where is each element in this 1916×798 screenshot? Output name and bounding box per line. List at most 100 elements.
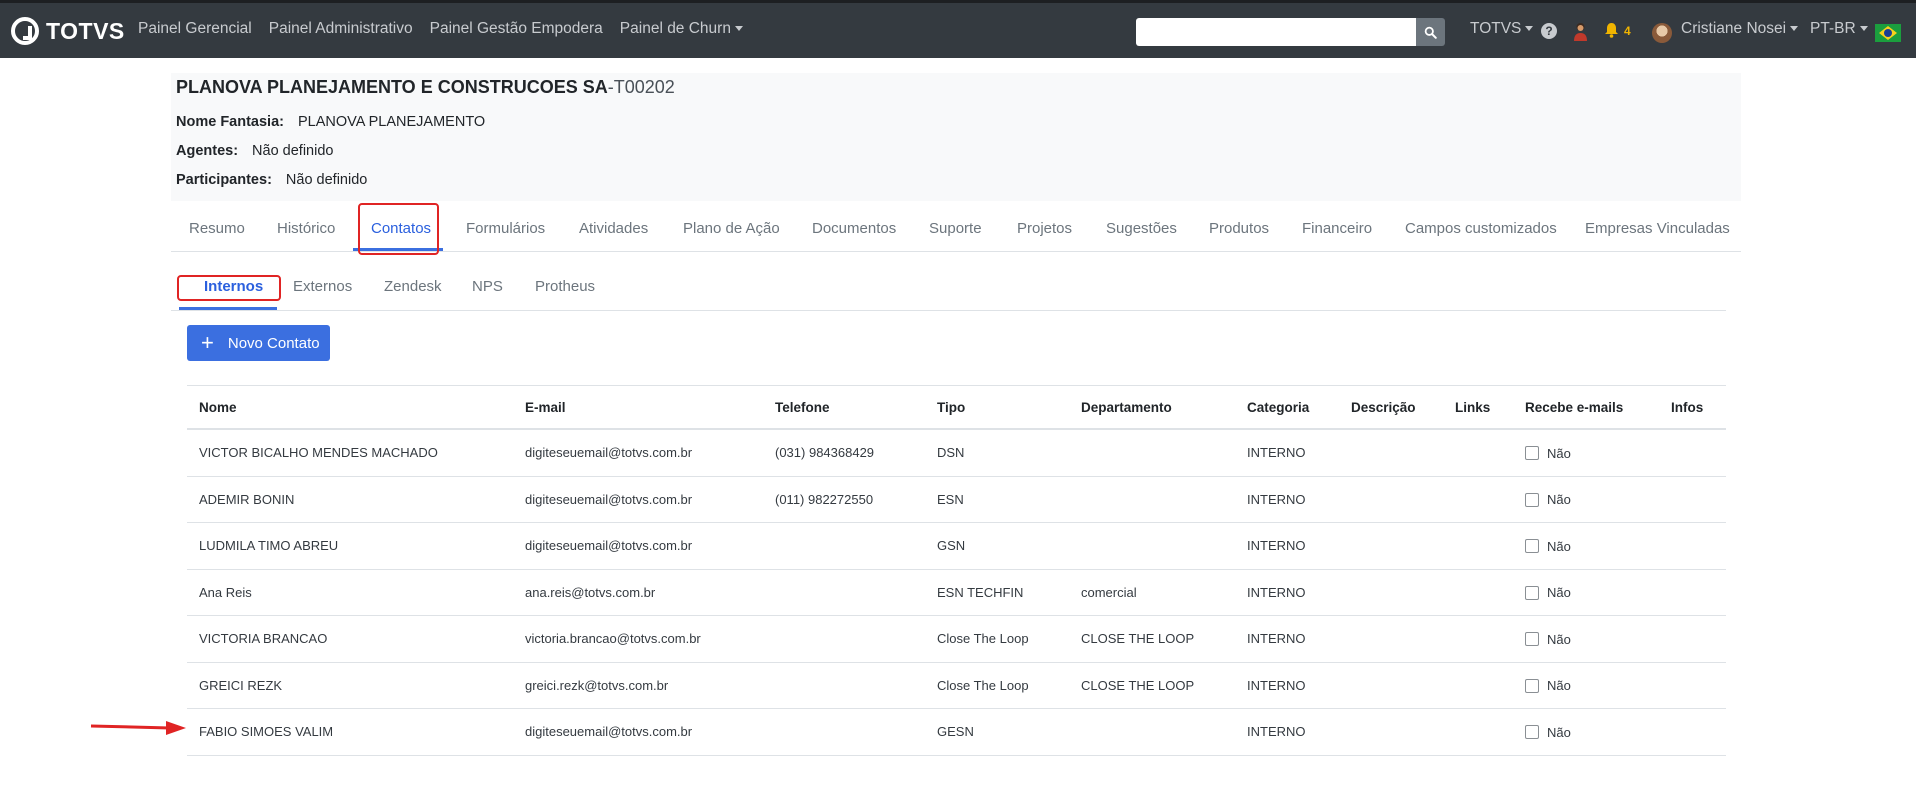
cell-infos (1659, 615, 1726, 663)
cell-infos (1659, 476, 1726, 523)
subtab-zendesk[interactable]: Zendesk (384, 278, 442, 295)
info-nome-fantasia: Nome Fantasia: PLANOVA PLANEJAMENTO (176, 114, 485, 130)
cell-telefone (763, 662, 925, 709)
cell-links (1443, 429, 1513, 477)
recebe-emails-checkbox[interactable] (1525, 492, 1539, 507)
cell-nome: GREICI REZK (187, 662, 513, 709)
subtab-protheus[interactable]: Protheus (535, 278, 595, 295)
cell-infos (1659, 429, 1726, 477)
cell-nome: VICTORIA BRANCAO (187, 615, 513, 663)
col-header-tipo[interactable]: Tipo (925, 385, 1069, 430)
tab-financeiro[interactable]: Financeiro (1302, 220, 1372, 237)
tab-empresas-vinculadas[interactable]: Empresas Vinculadas (1585, 220, 1730, 237)
col-header-recebe-emails[interactable]: Recebe e-mails (1513, 385, 1659, 430)
table-row[interactable]: VICTORIA BRANCAO victoria.brancao@totvs.c… (187, 615, 1726, 663)
cell-links (1443, 522, 1513, 570)
cell-telefone: (011) 982272550 (763, 476, 925, 523)
totvs-logo[interactable]: TOTVS (11, 15, 125, 47)
user-name: Cristiane Nosei (1681, 20, 1787, 37)
col-header-descricao[interactable]: Descrição (1339, 385, 1443, 430)
table-row[interactable]: Ana Reis ana.reis@totvs.com.br ESN TECHFIN… (187, 569, 1726, 616)
tab-produtos[interactable]: Produtos (1209, 220, 1269, 237)
avatar[interactable] (1652, 23, 1672, 43)
nav-painel-gerencial[interactable]: Painel Gerencial (138, 20, 252, 38)
table-row[interactable]: VICTOR BICALHO MENDES MACHADO digiteseuem… (187, 429, 1726, 477)
info-participantes: Participantes: Não definido (176, 172, 367, 188)
nav-painel-administrativo[interactable]: Painel Administrativo (269, 20, 413, 38)
tab-documentos[interactable]: Documentos (812, 220, 896, 237)
cell-departamento (1069, 522, 1235, 570)
cell-recebe-emails: Não (1513, 615, 1659, 663)
highlight-box-internos (177, 275, 281, 301)
brazil-flag-icon[interactable] (1875, 24, 1901, 42)
table-row[interactable]: LUDMILA TIMO ABREU digiteseuemail@totvs.c… (187, 522, 1726, 570)
brand-name: TOTVS (46, 17, 125, 44)
org-menu[interactable]: TOTVS (1470, 20, 1534, 38)
col-header-links[interactable]: Links (1443, 385, 1513, 430)
tab-sugestoes[interactable]: Sugestões (1106, 220, 1177, 237)
company-code: -T00202 (607, 77, 675, 97)
chevron-down-icon (1525, 26, 1534, 32)
bell-icon[interactable] (1604, 22, 1619, 38)
recebe-emails-checkbox[interactable] (1525, 632, 1539, 647)
tab-plano-de-acao[interactable]: Plano de Ação (683, 220, 780, 237)
tab-suporte[interactable]: Suporte (929, 220, 982, 237)
search-icon (1424, 26, 1437, 39)
cell-tipo: DSN (925, 429, 1069, 477)
contacts-table: Nome E-mail Telefone Tipo Departamento C… (187, 385, 1726, 756)
cell-nome: ADEMIR BONIN (187, 476, 513, 523)
person-icon[interactable] (1572, 22, 1589, 41)
cell-categoria: INTERNO (1235, 615, 1339, 663)
info-value: Não definido (252, 143, 334, 159)
table-row[interactable]: ADEMIR BONIN digiteseuemail@totvs.com.br(… (187, 476, 1726, 523)
cell-descricao (1339, 476, 1443, 523)
nav-painel-de-churn[interactable]: Painel de Churn (620, 20, 743, 38)
table-row[interactable]: FABIO SIMOES VALIM digiteseuemail@totvs.c… (187, 708, 1726, 756)
search-input[interactable] (1136, 18, 1416, 46)
info-label: Agentes: (176, 143, 239, 159)
cell-links (1443, 615, 1513, 663)
tab-campos-customizados[interactable]: Campos customizados (1405, 220, 1557, 237)
cell-recebe-emails: Não (1513, 429, 1659, 477)
cell-tipo: GSN (925, 522, 1069, 570)
cell-infos (1659, 662, 1726, 709)
cell-tipo: Close The Loop (925, 615, 1069, 663)
tab-resumo[interactable]: Resumo (189, 220, 245, 237)
recebe-emails-checkbox[interactable] (1525, 678, 1539, 693)
col-header-telefone[interactable]: Telefone (763, 385, 925, 430)
cell-departamento (1069, 708, 1235, 756)
col-header-nome[interactable]: Nome (187, 385, 513, 430)
tab-historico[interactable]: Histórico (277, 220, 335, 237)
recebe-emails-checkbox[interactable] (1525, 446, 1539, 461)
col-header-departamento[interactable]: Departamento (1069, 385, 1235, 430)
recebe-emails-checkbox[interactable] (1525, 725, 1539, 740)
new-contact-button[interactable]: + Novo Contato (187, 325, 330, 361)
top-navbar: TOTVS Painel Gerencial Painel Administra… (0, 0, 1916, 58)
table-row[interactable]: GREICI REZK greici.rezk@totvs.com.br Close… (187, 662, 1726, 709)
nav-painel-gestao-empodera[interactable]: Painel Gestão Empodera (430, 20, 603, 38)
col-header-email[interactable]: E-mail (513, 385, 763, 430)
nav-links: Painel Gerencial Painel Administrativo P… (138, 20, 760, 38)
col-header-infos[interactable]: Infos (1659, 385, 1726, 430)
cell-telefone (763, 708, 925, 756)
cell-tipo: ESN (925, 476, 1069, 523)
tab-projetos[interactable]: Projetos (1017, 220, 1072, 237)
recebe-emails-label: Não (1547, 445, 1571, 461)
cell-categoria: INTERNO (1235, 708, 1339, 756)
language-label: PT-BR (1810, 20, 1856, 37)
tab-formularios[interactable]: Formulários (466, 220, 545, 237)
chevron-down-icon (1790, 26, 1799, 32)
cell-email: ana.reis@totvs.com.br (513, 569, 763, 616)
recebe-emails-checkbox[interactable] (1525, 539, 1539, 554)
language-menu[interactable]: PT-BR (1810, 20, 1868, 38)
tab-atividades[interactable]: Atividades (579, 220, 648, 237)
cell-email: digiteseuemail@totvs.com.br (513, 429, 763, 477)
help-icon[interactable]: ? (1541, 23, 1557, 39)
search-button[interactable] (1416, 18, 1445, 46)
user-menu[interactable]: Cristiane Nosei (1681, 20, 1799, 38)
subtab-nps[interactable]: NPS (472, 278, 503, 295)
cell-categoria: INTERNO (1235, 476, 1339, 523)
subtab-externos[interactable]: Externos (293, 278, 352, 295)
recebe-emails-checkbox[interactable] (1525, 585, 1539, 600)
col-header-categoria[interactable]: Categoria (1235, 385, 1339, 430)
